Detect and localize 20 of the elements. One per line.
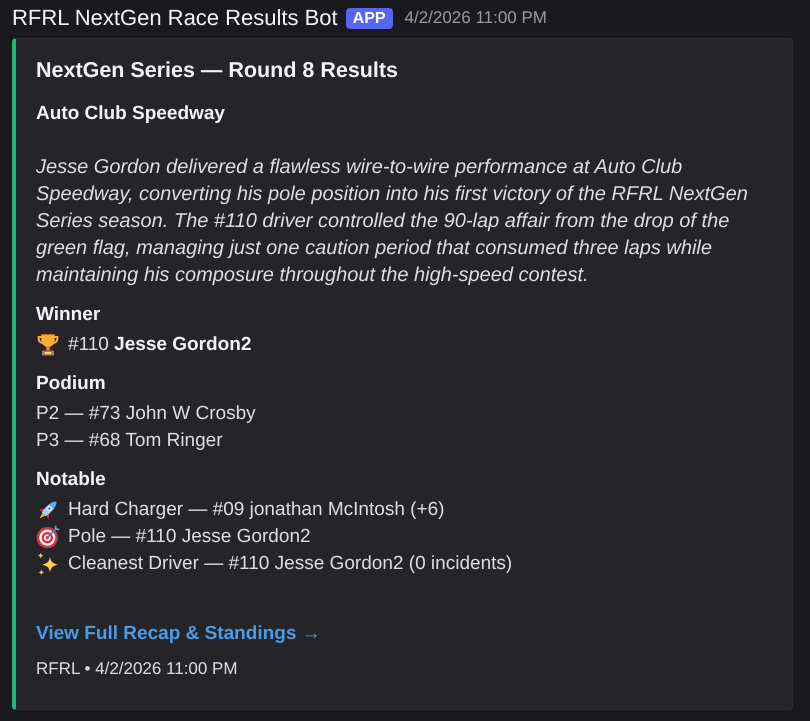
field-heading: Podium (36, 372, 106, 396)
message-timestamp: 4/2/2026 11:00 PM (404, 8, 547, 28)
sparkles-icon (36, 552, 60, 576)
app-badge: APP (346, 8, 393, 28)
result-line: Hard Charger — #09 jonathan McIntosh (+6) (68, 498, 445, 522)
target-icon (36, 524, 60, 548)
recap-link[interactable]: View Full Recap & Standings → (36, 620, 321, 647)
author-name[interactable]: RFRL NextGen Race Results Bot (12, 5, 338, 31)
field-heading: Winner (36, 303, 100, 327)
embed-title: NextGen Series — Round 8 Results (36, 58, 398, 82)
result-line: P3 — #68 Tom Ringer (36, 429, 223, 453)
trophy-icon (36, 332, 60, 356)
result-line: P2 — #73 John W Crosby (36, 402, 256, 426)
race-summary: Jesse Gordon delivered a flawless wire-to-wire performance at Auto Club Speedway, converting his pole position into his first victory of the RFRL NextGen Series season. The #110 driver controlled the 90-lap affair from the drop of the green flag, managing just one caution period that consumed three laps while maintaining his composure throughout the high-speed contest. (36, 155, 749, 288)
track-name: Auto Club Speedway (36, 102, 225, 126)
result-line: Cleanest Driver — #110 Jesse Gordon2 (0 incidents) (68, 552, 512, 576)
field-heading: Notable (36, 468, 106, 492)
result-line: Pole — #110 Jesse Gordon2 (68, 525, 311, 549)
embed-footer: RFRL • 4/2/2026 11:00 PM (36, 659, 238, 679)
result-line: #110 Jesse Gordon2 (68, 333, 252, 357)
